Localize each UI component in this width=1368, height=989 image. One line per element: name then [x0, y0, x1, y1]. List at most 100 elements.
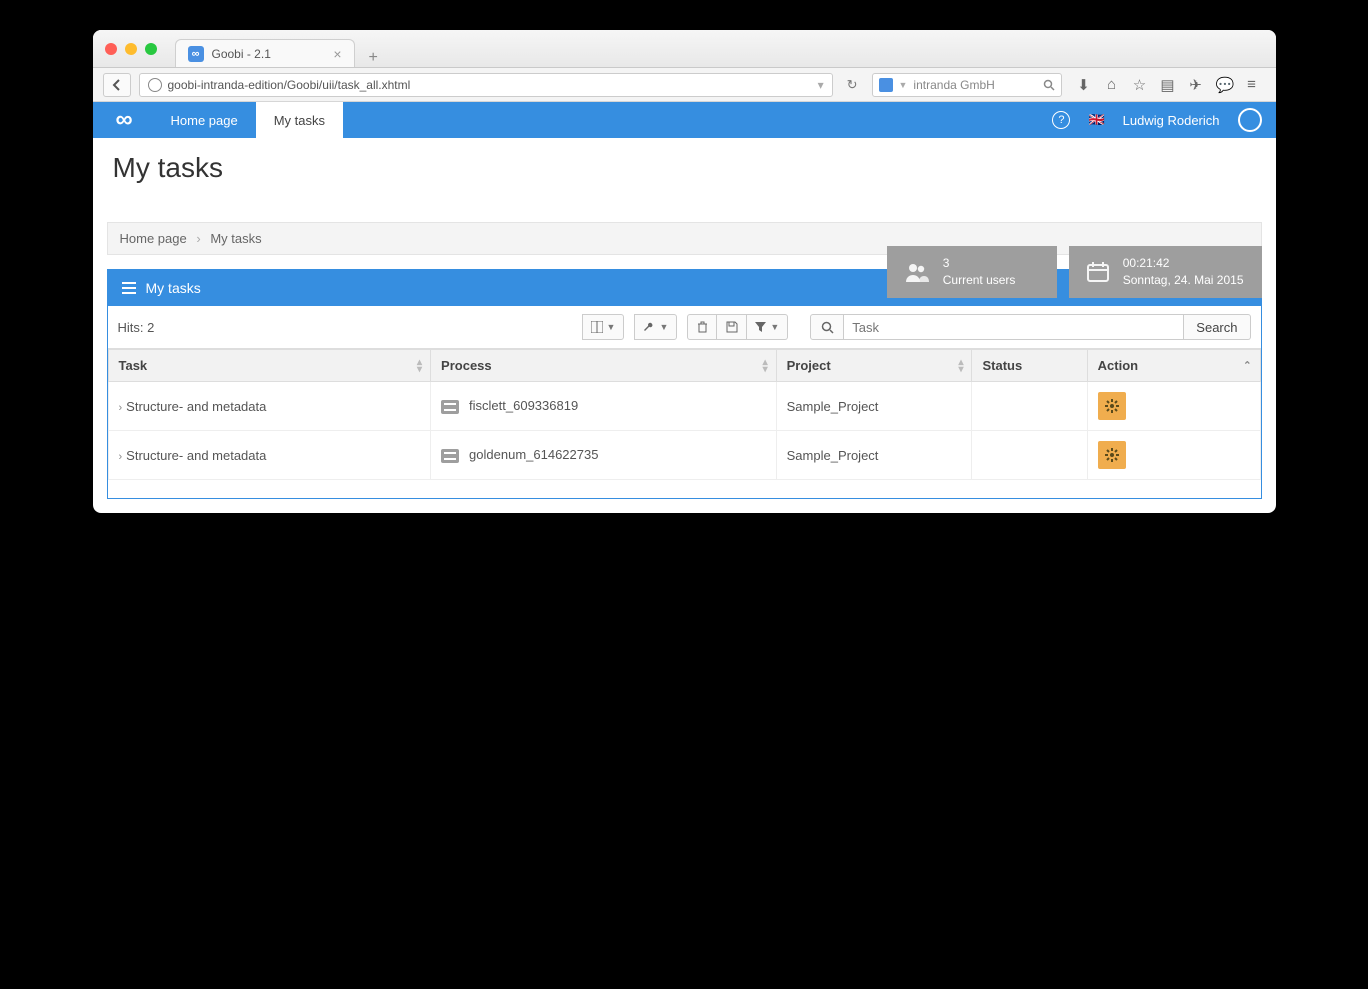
browser-search-box[interactable]: ▼ intranda GmbH — [872, 73, 1062, 97]
col-status[interactable]: Status — [972, 350, 1087, 382]
user-name[interactable]: Ludwig Roderich — [1123, 113, 1220, 128]
action-gear-button[interactable] — [1098, 441, 1126, 469]
bookmark-icon[interactable]: ☆ — [1132, 76, 1148, 94]
process-icon — [441, 449, 459, 463]
sort-icon: ▴▾ — [958, 359, 963, 373]
new-tab-button[interactable]: + — [363, 49, 384, 67]
search-provider-label: intranda GmbH — [913, 78, 994, 92]
action-gear-button[interactable] — [1098, 392, 1126, 420]
flag-icon[interactable]: 🇬🇧 — [1088, 112, 1104, 128]
download-icon[interactable]: ⬇ — [1076, 76, 1092, 94]
sort-icon: ▴▾ — [417, 359, 422, 373]
col-action[interactable]: Action⌃ — [1087, 350, 1260, 382]
chat-icon[interactable]: 💬 — [1216, 76, 1232, 94]
page-title: My tasks — [113, 152, 1256, 184]
panel-title: My tasks — [146, 280, 201, 296]
browser-action-icons: ⬇ ⌂ ☆ ▤ ✈ 💬 ≡ — [1070, 76, 1266, 94]
list-icon — [122, 282, 136, 294]
browser-tab[interactable]: ∞ Goobi - 2.1 × — [175, 39, 355, 67]
page-content: 3 Current users 00:21:42 Sonntag, 24. Ma… — [93, 138, 1276, 499]
chevron-right-icon: › — [119, 402, 123, 414]
send-icon[interactable]: ✈ — [1188, 76, 1204, 94]
dropdown-icon[interactable]: ▾ — [818, 78, 824, 92]
tasks-table: Task▴▾ Process▴▾ Project▴▾ Status Action… — [108, 349, 1261, 480]
filter-icon — [755, 322, 766, 333]
back-button[interactable] — [103, 73, 131, 97]
clipboard-icon[interactable]: ▤ — [1160, 76, 1176, 94]
nav-mytasks[interactable]: My tasks — [256, 102, 343, 138]
tools-button-group: ▼ — [634, 314, 677, 340]
gear-icon — [1105, 399, 1119, 413]
chevron-right-icon: › — [119, 451, 123, 463]
reload-button[interactable]: ↻ — [841, 77, 864, 93]
home-icon[interactable]: ⌂ — [1104, 76, 1120, 94]
action-button-group: ▼ — [687, 314, 788, 340]
chevron-down-icon: ▼ — [770, 322, 779, 332]
task-search: Search — [810, 314, 1250, 340]
search-provider-icon — [879, 78, 893, 92]
search-icon[interactable] — [1043, 79, 1055, 91]
cell-process[interactable]: goldenum_614622735 — [431, 431, 777, 480]
date-text: Sonntag, 24. Mai 2015 — [1123, 272, 1244, 289]
search-button[interactable]: Search — [1184, 314, 1250, 340]
col-project[interactable]: Project▴▾ — [776, 350, 972, 382]
favicon: ∞ — [188, 46, 204, 62]
status-cards: 3 Current users 00:21:42 Sonntag, 24. Ma… — [887, 246, 1262, 298]
cell-status — [972, 382, 1087, 431]
minimize-window-button[interactable] — [125, 43, 137, 55]
app-header: ∞ Home page My tasks ? 🇬🇧 Ludwig Roderic… — [93, 102, 1276, 138]
maximize-window-button[interactable] — [145, 43, 157, 55]
chevron-right-icon: › — [196, 231, 200, 246]
header-right: ? 🇬🇧 Ludwig Roderich — [1038, 102, 1275, 138]
filter-button[interactable]: ▼ — [747, 314, 788, 340]
col-task[interactable]: Task▴▾ — [108, 350, 431, 382]
datetime-card[interactable]: 00:21:42 Sonntag, 24. Mai 2015 — [1069, 246, 1262, 298]
users-icon — [905, 262, 929, 282]
sort-up-icon: ⌃ — [1243, 360, 1251, 371]
globe-icon — [148, 78, 162, 92]
arrow-left-icon — [111, 79, 123, 91]
app-logo[interactable]: ∞ — [93, 102, 153, 138]
search-icon-button[interactable] — [810, 314, 844, 340]
wrench-icon — [643, 321, 655, 333]
help-icon[interactable]: ? — [1052, 111, 1070, 129]
search-input[interactable] — [844, 314, 1184, 340]
browser-window: ∞ Goobi - 2.1 × + goobi-intranda-edition… — [93, 30, 1276, 513]
tab-title: Goobi - 2.1 — [212, 47, 271, 61]
gear-icon — [1105, 448, 1119, 462]
nav-home[interactable]: Home page — [153, 102, 256, 138]
search-icon — [821, 321, 834, 334]
menu-icon[interactable]: ≡ — [1244, 76, 1260, 94]
chevron-down-icon: ▼ — [659, 322, 668, 332]
close-window-button[interactable] — [105, 43, 117, 55]
tools-button[interactable]: ▼ — [634, 314, 677, 340]
calendar-icon — [1087, 262, 1109, 282]
breadcrumb-current: My tasks — [210, 231, 261, 246]
cell-process[interactable]: fisclett_609336819 — [431, 382, 777, 431]
columns-button[interactable]: ▼ — [582, 314, 625, 340]
url-bar[interactable]: goobi-intranda-edition/Goobi/uii/task_al… — [139, 73, 833, 97]
trash-icon — [697, 321, 708, 333]
cell-task[interactable]: ›Structure- and metadata — [108, 382, 431, 431]
process-icon — [441, 400, 459, 414]
url-text: goobi-intranda-edition/Goobi/uii/task_al… — [168, 78, 411, 92]
chevron-down-icon: ▼ — [607, 322, 616, 332]
col-process[interactable]: Process▴▾ — [431, 350, 777, 382]
users-card[interactable]: 3 Current users — [887, 246, 1057, 298]
close-tab-icon[interactable]: × — [333, 46, 341, 62]
breadcrumb-home[interactable]: Home page — [120, 231, 187, 246]
delete-button[interactable] — [687, 314, 717, 340]
table-row: ›Structure- and metadatafisclett_6093368… — [108, 382, 1260, 431]
traffic-lights — [105, 43, 157, 55]
cell-status — [972, 431, 1087, 480]
sort-icon: ▴▾ — [763, 359, 768, 373]
window-titlebar: ∞ Goobi - 2.1 × + — [93, 30, 1276, 68]
dropdown-icon[interactable]: ▼ — [899, 80, 908, 90]
columns-button-group: ▼ — [582, 314, 625, 340]
columns-icon — [591, 321, 603, 333]
time-text: 00:21:42 — [1123, 255, 1244, 272]
cell-project: Sample_Project — [776, 382, 972, 431]
save-button[interactable] — [717, 314, 747, 340]
users-count: 3 — [943, 255, 1016, 272]
cell-task[interactable]: ›Structure- and metadata — [108, 431, 431, 480]
